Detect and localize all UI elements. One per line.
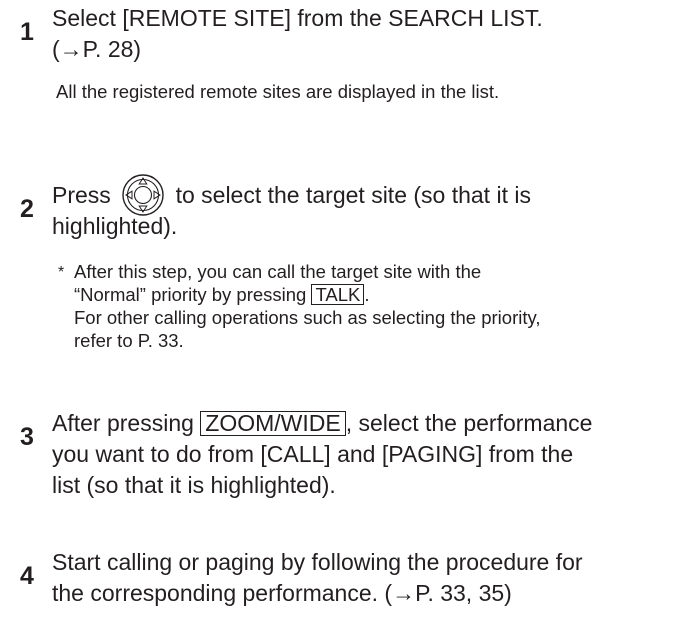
step-1-line-1: Select [REMOTE SITE] from the SEARCH LIS… (52, 5, 543, 31)
zoom-wide-key: ZOOM/WIDE (200, 411, 346, 436)
step-2-text-before-icon: Press (52, 182, 111, 208)
talk-key: TALK (311, 284, 365, 305)
step-2-note-period: . (364, 284, 370, 305)
step-3-text-before-key: After pressing (52, 410, 194, 436)
step-3-instruction: After pressing ZOOM/WIDE, select the per… (52, 408, 672, 501)
step-3-line-1: After pressing ZOOM/WIDE, select the per… (52, 408, 672, 439)
step-2-note-text: “Normal” priority by pressing (74, 284, 307, 305)
step-2-line-2: highlighted). (52, 213, 178, 239)
step-2-instruction: Press to select the target site (so that… (52, 174, 672, 242)
step-number: 3 (20, 423, 34, 451)
manual-page: 1 Select [REMOTE SITE] from the SEARCH L… (0, 0, 679, 639)
step-4-line-1: Start calling or paging by following the… (52, 549, 583, 575)
step-2-line-1: Press to select the target site (so that… (52, 174, 672, 216)
note-asterisk: * (58, 264, 65, 281)
step-2-note-line-3: For other calling operations such as sel… (74, 307, 541, 328)
step-number: 2 (20, 195, 34, 223)
step-2-note-line-4: refer to P. 33. (74, 330, 184, 351)
step-2-note-line-2: “Normal” priority by pressing TALK. (74, 283, 674, 306)
step-number: 4 (20, 562, 34, 590)
step-2-note-line-1: After this step, you can call the target… (74, 261, 482, 282)
step-3-line-3: list (so that it is highlighted). (52, 472, 336, 498)
step-3-line-2: you want to do from [CALL] and [PAGING] … (52, 441, 574, 467)
step-3-text-after-key: , select the performance (345, 410, 593, 436)
step-2-text-after-icon: to select the target site (so that it is (175, 182, 531, 208)
step-2-note: After this step, you can call the target… (74, 260, 674, 352)
step-1-instruction: Select [REMOTE SITE] from the SEARCH LIS… (52, 3, 672, 65)
step-1-line-2: (→P. 28) (52, 36, 142, 62)
step-1-note: All the registered remote sites are disp… (56, 81, 500, 102)
step-4-line-2: the corresponding performance. (→P. 33, … (52, 580, 512, 606)
step-4-instruction: Start calling or paging by following the… (52, 547, 672, 609)
step-number: 1 (20, 18, 34, 46)
